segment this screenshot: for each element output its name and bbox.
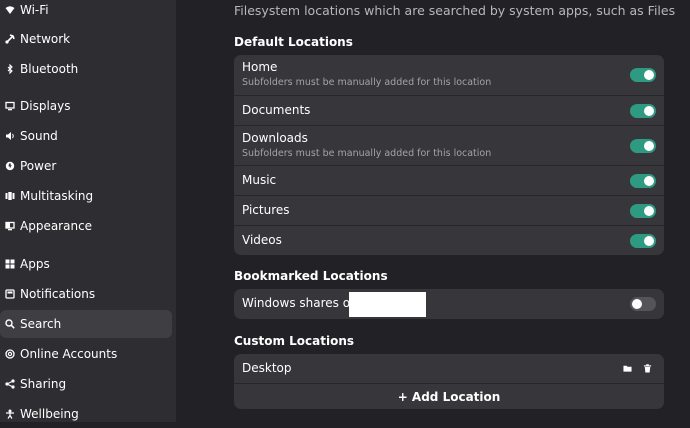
main-content: Filesystem locations which are searched … (176, 0, 690, 422)
sidebar-item-displays[interactable]: Displays (0, 92, 172, 120)
toggle-knob (644, 206, 654, 216)
wifi-icon (3, 3, 17, 17)
sidebar-item-label: Appearance (20, 219, 93, 233)
multitasking-icon (3, 189, 17, 203)
default-locations-heading: Default Locations (234, 35, 353, 49)
sidebar-item-label: Multitasking (20, 189, 94, 203)
sidebar-item-apps[interactable]: Apps (0, 250, 172, 278)
sidebar-item-label: Bluetooth (20, 62, 79, 76)
display-icon (3, 99, 17, 113)
sidebar-item-multitasking[interactable]: Multitasking (0, 182, 172, 210)
redacted-box (349, 292, 426, 317)
power-icon (3, 159, 17, 173)
sidebar-item-label: Wi-Fi (20, 3, 49, 17)
sidebar-item-appearance[interactable]: Appearance (0, 212, 172, 240)
network-icon (3, 32, 17, 46)
location-row-music: Music (234, 165, 664, 195)
wellbeing-icon (3, 407, 17, 421)
sidebar-item-label: Apps (20, 257, 50, 271)
sidebar-item-sharing[interactable]: Sharing (0, 370, 172, 398)
toggle-knob (644, 141, 654, 151)
pictures-toggle[interactable] (630, 204, 656, 218)
videos-toggle[interactable] (630, 234, 656, 248)
row-title: Documents (242, 103, 311, 117)
add-location-label: + Add Location (397, 389, 501, 404)
sidebar-item-label: Network (20, 32, 71, 46)
appearance-icon (3, 219, 17, 233)
location-row-pictures: Pictures (234, 195, 664, 225)
sidebar-item-label: Search (20, 317, 62, 331)
toggle-knob (644, 106, 654, 116)
custom-locations-heading: Custom Locations (234, 334, 355, 348)
row-title: Desktop (242, 361, 292, 375)
default-locations-card: Home Subfolders must be manually added f… (234, 55, 664, 255)
custom-locations-card: Desktop + Add Location (234, 354, 664, 409)
sidebar-item-label: Sound (20, 129, 58, 143)
location-row-documents: Documents (234, 95, 664, 125)
toggle-knob (644, 236, 654, 246)
bookmark-toggle[interactable] (630, 297, 656, 311)
row-title: Pictures (242, 203, 290, 217)
home-toggle[interactable] (630, 68, 656, 82)
folder-icon[interactable] (620, 361, 634, 375)
toggle-knob (644, 176, 654, 186)
row-title: Downloads (242, 131, 308, 145)
sidebar-item-wifi[interactable]: Wi-Fi (0, 0, 172, 24)
downloads-toggle[interactable] (630, 139, 656, 153)
sound-icon (3, 129, 17, 143)
custom-location-row: Desktop (234, 354, 664, 383)
sidebar-item-notifications[interactable]: Notifications (0, 280, 172, 308)
sidebar-item-network[interactable]: Network (0, 25, 172, 53)
sidebar: Wi-Fi Network Bluetooth Displays Sound P… (0, 0, 176, 422)
sidebar-item-bluetooth[interactable]: Bluetooth (0, 55, 172, 83)
page-description: Filesystem locations which are searched … (234, 3, 676, 18)
row-title: Home (242, 60, 278, 74)
bluetooth-icon (3, 62, 17, 76)
add-location-button[interactable]: + Add Location (234, 383, 664, 409)
row-title: Videos (242, 233, 282, 247)
bell-icon (3, 287, 17, 301)
sidebar-item-label: Notifications (20, 287, 96, 301)
bookmark-row: Windows shares on (234, 289, 664, 319)
sidebar-item-online-accounts[interactable]: Online Accounts (0, 340, 172, 368)
sidebar-item-label: Online Accounts (20, 347, 118, 361)
search-icon (3, 317, 17, 331)
trash-icon[interactable] (640, 361, 654, 375)
location-row-videos: Videos (234, 225, 664, 255)
sidebar-item-label: Power (20, 159, 57, 173)
row-subtitle: Subfolders must be manually added for th… (242, 77, 492, 88)
row-title: Music (242, 173, 277, 187)
bookmarked-locations-card: Windows shares on (234, 289, 664, 319)
sidebar-item-label: Sharing (20, 377, 67, 391)
at-icon (3, 347, 17, 361)
toggle-knob (632, 299, 642, 309)
location-row-home: Home Subfolders must be manually added f… (234, 55, 664, 95)
sidebar-item-sound[interactable]: Sound (0, 122, 172, 150)
location-row-downloads: Downloads Subfolders must be manually ad… (234, 125, 664, 165)
toggle-knob (644, 70, 654, 80)
sidebar-item-label: Displays (20, 99, 71, 113)
sidebar-item-wellbeing[interactable]: Wellbeing (0, 400, 172, 428)
sidebar-item-search[interactable]: Search (0, 310, 172, 338)
bookmarked-locations-heading: Bookmarked Locations (234, 269, 388, 283)
music-toggle[interactable] (630, 174, 656, 188)
sidebar-item-label: Wellbeing (20, 407, 79, 421)
sidebar-item-power[interactable]: Power (0, 152, 172, 180)
row-subtitle: Subfolders must be manually added for th… (242, 148, 492, 159)
apps-icon (3, 257, 17, 271)
share-icon (3, 377, 17, 391)
documents-toggle[interactable] (630, 104, 656, 118)
row-title: Windows shares on (242, 296, 358, 310)
